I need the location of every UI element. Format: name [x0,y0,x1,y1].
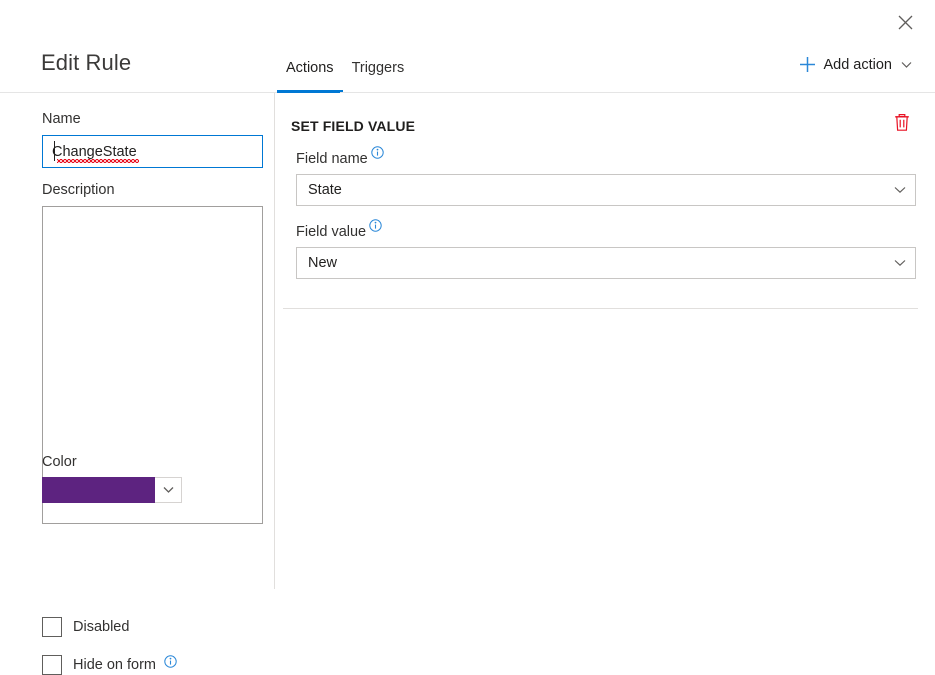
color-swatch [42,477,155,503]
close-button[interactable] [889,6,921,38]
field-name-label-text: Field name [296,151,368,167]
page-title: Edit Rule [41,50,132,75]
rule-properties-panel: Name Description Color Disabled Hide on … [0,93,274,675]
field-value-group: Field value New [296,219,916,279]
tab-actions[interactable]: Actions [277,44,343,93]
plus-icon [799,56,816,73]
field-value-dropdown[interactable]: New [296,247,916,279]
checkbox-hide-on-form-label: Hide on form [73,657,157,673]
chevron-down-icon [901,61,912,69]
close-icon [898,15,912,29]
titlebar [0,0,935,44]
field-value-label-text: Field value [296,224,367,240]
field-name-group: Field name State [296,146,916,206]
action-card-title: SET FIELD VALUE [291,118,416,134]
checkbox-hide-on-form[interactable]: Hide on form [42,655,177,675]
field-name-label: Field name [296,146,916,168]
info-icon[interactable] [164,655,177,668]
info-icon[interactable] [369,219,382,232]
field-name-dropdown[interactable]: State [296,174,916,206]
color-label: Color [42,454,77,470]
chevron-down-icon [894,186,906,194]
actions-panel: SET FIELD VALUE Field name State Field v… [275,93,935,589]
checkbox-disabled-label: Disabled [73,619,130,635]
color-dropdown-caret[interactable] [155,477,182,503]
delete-action-button[interactable] [890,110,914,134]
add-action-button[interactable]: Add action [799,56,912,73]
checkbox-hide-on-form-box[interactable] [42,655,62,675]
color-picker[interactable] [42,477,182,503]
checkbox-disabled[interactable]: Disabled [42,617,129,637]
field-value-label: Field value [296,219,916,241]
field-value-value: New [308,255,338,271]
tab-actions-label: Actions [286,60,334,76]
chevron-down-icon [163,487,173,493]
description-label: Description [42,182,115,198]
tab-list: Actions Triggers [277,44,413,93]
chevron-down-icon [894,259,906,267]
action-card-separator [283,308,918,309]
trash-icon [895,113,909,131]
info-icon[interactable] [371,146,384,159]
name-label: Name [42,111,81,127]
tab-triggers[interactable]: Triggers [343,44,414,93]
header: Edit Rule Actions Triggers Add action [0,44,935,93]
tab-triggers-label: Triggers [351,60,405,76]
checkbox-disabled-box[interactable] [42,617,62,637]
add-action-label: Add action [823,56,892,73]
name-input[interactable] [42,135,263,168]
field-name-value: State [308,182,342,198]
